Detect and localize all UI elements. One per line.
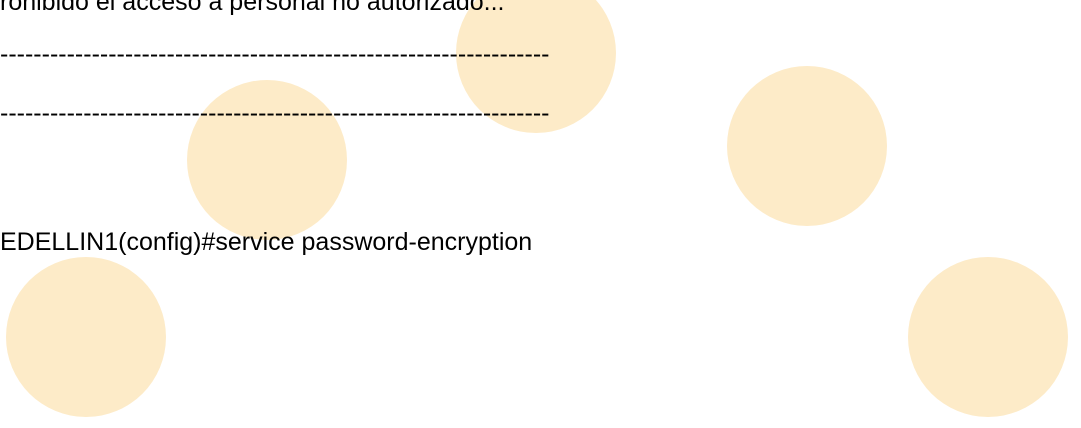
text-line-warning: rohibido el acceso a personal no autoriz… xyxy=(0,0,505,16)
text-line-command: EDELLIN1(config)#service password-encryp… xyxy=(0,228,533,256)
decorative-circle xyxy=(6,257,166,417)
text-line-divider: ----------------------------------------… xyxy=(0,40,550,68)
decorative-circle xyxy=(727,66,887,226)
text-line-divider: ----------------------------------------… xyxy=(0,99,550,127)
decorative-circle xyxy=(908,257,1068,417)
